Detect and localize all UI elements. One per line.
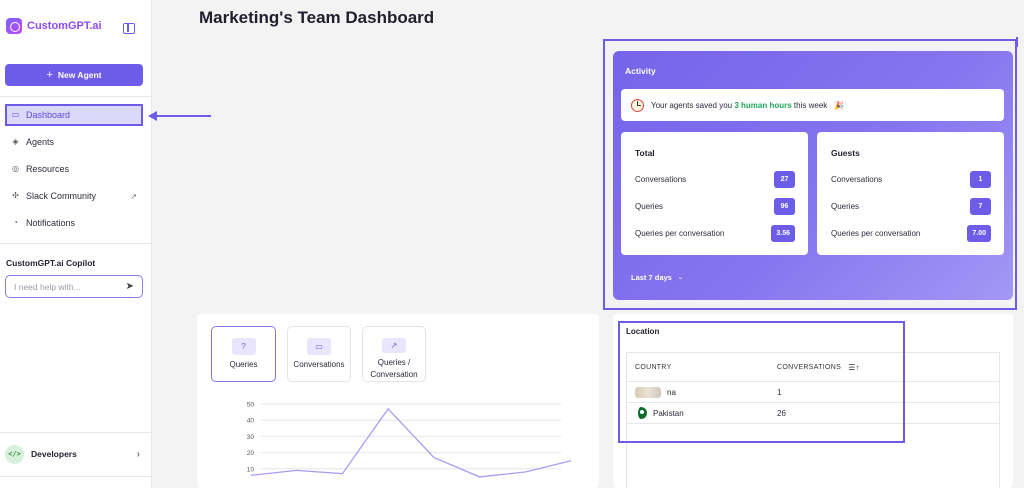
sidebar-item-dashboard[interactable]: ▭ Dashboard: [5, 104, 143, 126]
y-tick-label: 40: [247, 418, 255, 425]
question-icon: ?: [231, 338, 256, 355]
brand[interactable]: CustomGPT.ai: [6, 18, 102, 34]
code-icon: </>: [5, 444, 24, 464]
dashboard-icon: ▭: [11, 110, 20, 119]
queries-series-line: [250, 407, 572, 478]
layers-icon: ◈: [12, 137, 19, 146]
date-range-label: Last 7 days: [631, 273, 672, 282]
time-saved-text: Your agents saved you 3 human hours this…: [651, 101, 827, 110]
external-link-icon: ↗: [130, 191, 137, 201]
sparkle-icon: ↗: [382, 338, 406, 353]
stat-card-title: Guests: [831, 148, 860, 158]
developers-label: Developers: [31, 449, 77, 459]
brand-name: CustomGPT.ai: [27, 20, 102, 32]
sidebar-item-agents[interactable]: ◈ Agents: [5, 131, 143, 153]
sidebar-item-label: Slack Community: [26, 191, 97, 201]
sidebar-item-label: Agents: [26, 137, 55, 147]
chat-icon: ▭: [307, 338, 331, 355]
send-icon[interactable]: ➤: [126, 281, 134, 292]
tab-label: Queries / Conversation: [370, 358, 418, 379]
sidebar-item-slack-community[interactable]: ✣ Slack Community ↗: [5, 185, 143, 207]
tab-conversations[interactable]: ▭ Conversations: [287, 326, 351, 382]
stat-row: Conversations 27: [635, 171, 795, 188]
bell-icon: ◔: [13, 218, 18, 227]
sidebar-item-resources[interactable]: ◎ Resources: [5, 158, 143, 180]
tab-label: Queries: [229, 360, 258, 369]
location-highlight-box: [618, 321, 905, 443]
total-stats-card: Total Conversations 27 Queries 96 Querie…: [621, 132, 808, 255]
chevron-right-icon: ›: [136, 448, 140, 460]
new-agent-button[interactable]: + New Agent: [5, 64, 143, 86]
chevron-down-icon: ⌄: [677, 275, 683, 281]
stat-row: Queries 7: [831, 198, 991, 215]
guests-stats-card: Guests Conversations 1 Queries 7 Queries…: [817, 132, 1004, 255]
stat-label: Queries: [635, 202, 664, 211]
copilot-input[interactable]: [14, 281, 126, 292]
activity-panel: Activity Your agents saved you 3 human h…: [613, 51, 1013, 300]
divider: [0, 432, 152, 433]
sidebar-item-notifications[interactable]: ◔ Notifications: [5, 212, 143, 234]
queries-line-chart: 50 40 30 20 10: [247, 402, 572, 478]
queries-chart-card: ? Queries ▭ Conversations ↗ Queries / Co…: [197, 314, 599, 488]
annotation-arrow: [150, 115, 211, 117]
date-range-select[interactable]: Last 7 days ⌄: [631, 273, 683, 282]
stat-value-badge: 1: [970, 171, 991, 188]
activity-title: Activity: [625, 66, 656, 76]
divider: [0, 243, 152, 244]
y-tick-label: 10: [247, 466, 255, 473]
annotation-arrow-head: [148, 111, 157, 121]
stat-label: Queries: [831, 202, 860, 211]
copilot-title: CustomGPT.ai Copilot: [6, 258, 96, 268]
new-agent-label: New Agent: [57, 70, 102, 80]
sidebar-item-label: Notifications: [26, 218, 76, 228]
stat-label: Conversations: [635, 175, 687, 184]
stat-value-badge: 7: [970, 198, 991, 215]
stat-label: Queries per conversation: [635, 229, 725, 238]
slack-icon: ✣: [12, 191, 19, 200]
stat-value-badge: 3.56: [771, 225, 795, 242]
y-tick-label: 30: [247, 434, 255, 441]
time-saved-prefix: Your agents saved you: [651, 100, 733, 110]
divider: [0, 96, 152, 97]
developers-menu[interactable]: </> Developers ›: [5, 444, 143, 464]
stat-label: Conversations: [831, 175, 883, 184]
tab-label: Conversations: [293, 360, 345, 369]
sidebar-item-label: Resources: [26, 164, 70, 174]
globe-icon: ◎: [12, 164, 19, 173]
page-title: Marketing's Team Dashboard: [199, 8, 435, 27]
y-tick-label: 20: [247, 450, 255, 457]
time-saved-banner: Your agents saved you 3 human hours this…: [621, 89, 1004, 121]
sidebar-item-label: Dashboard: [26, 110, 71, 120]
stat-row: Queries per conversation 3.56: [635, 225, 795, 242]
copilot-box: ➤: [5, 275, 143, 298]
brain-logo-icon: [6, 18, 22, 34]
tab-queries[interactable]: ? Queries: [211, 326, 276, 382]
stat-row: Queries 96: [635, 198, 795, 215]
stat-value-badge: 27: [774, 171, 795, 188]
tab-queries-per-conversation[interactable]: ↗ Queries / Conversation: [362, 326, 426, 382]
stat-row: Queries per conversation 7.00: [831, 225, 991, 242]
stat-row: Conversations 1: [831, 171, 991, 188]
stat-value-badge: 7.00: [967, 225, 991, 242]
party-popper-icon: 🎉: [834, 100, 845, 110]
time-saved-suffix: this week: [793, 100, 828, 110]
divider: [0, 476, 152, 477]
stat-label: Queries per conversation: [831, 229, 921, 238]
stat-card-title: Total: [635, 148, 655, 158]
activity-highlight-tail: [1016, 37, 1018, 47]
stat-value-badge: 96: [774, 198, 795, 215]
plus-icon: +: [46, 69, 53, 81]
time-saved-hours: 3 human hours: [734, 100, 792, 110]
sidebar-toggle-icon[interactable]: [123, 23, 135, 34]
y-tick-label: 50: [247, 402, 255, 409]
clock-icon: [631, 98, 644, 112]
sidebar: CustomGPT.ai + New Agent ▭ Dashboard ◈ A…: [0, 0, 152, 488]
